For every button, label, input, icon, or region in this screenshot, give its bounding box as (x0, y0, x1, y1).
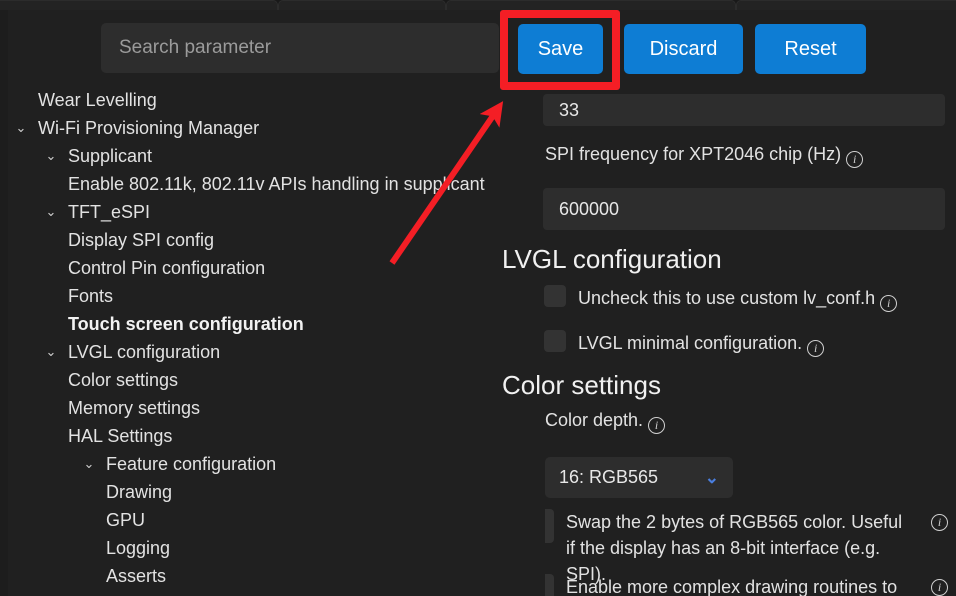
lvgl-minimal-label-text: LVGL minimal configuration. (578, 333, 802, 353)
sidebar-item[interactable]: ⌄Feature configuration (8, 450, 500, 478)
discard-button[interactable]: Discard (624, 24, 743, 74)
left-gutter (0, 10, 8, 596)
sidebar-item[interactable]: Wear Levelling (8, 86, 500, 114)
sidebar-item-label: Wi-Fi Provisioning Manager (38, 114, 500, 142)
swap-bytes-checkbox[interactable] (545, 509, 554, 543)
sidebar-item[interactable]: Control Pin configuration (8, 254, 500, 282)
sidebar-item-label: Fonts (68, 282, 500, 310)
sidebar-item[interactable]: Touch screen configuration (8, 310, 500, 338)
color-depth-label-text: Color depth. (545, 410, 643, 430)
sidebar-item-label: Asserts (106, 562, 500, 590)
complex-drawing-checkbox-row[interactable]: Enable more complex drawing routines to … (545, 574, 945, 596)
color-depth-label: Color depth. i (545, 408, 665, 434)
spi-frequency-field[interactable] (543, 188, 945, 230)
custom-lv-conf-label: Uncheck this to use custom lv_conf.h i (578, 285, 897, 312)
sidebar-item[interactable]: ⌄LVGL configuration (8, 338, 500, 366)
sidebar-item[interactable]: Memory settings (8, 394, 500, 422)
sidebar-item[interactable]: Fonts (8, 282, 500, 310)
sidebar-item-label: TFT_eSPI (68, 198, 500, 226)
sidebar-item[interactable]: Enable 802.11k, 802.11v APIs handling in… (8, 170, 500, 198)
custom-lv-conf-checkbox-row[interactable]: Uncheck this to use custom lv_conf.h i (544, 285, 897, 312)
sidebar-item-label: Feature configuration (106, 450, 500, 478)
info-icon-custom-lv-conf[interactable]: i (880, 295, 897, 312)
lvgl-minimal-checkbox[interactable] (544, 330, 566, 352)
search-input[interactable] (117, 36, 483, 60)
sidebar-item-label: Control Pin configuration (68, 254, 500, 282)
spi-frequency-label-text: SPI frequency for XPT2046 chip (Hz) (545, 144, 841, 164)
chevron-down-icon[interactable]: ⌄ (78, 450, 100, 478)
save-button[interactable]: Save (518, 24, 603, 74)
sidebar-item-label: Supplicant (68, 142, 500, 170)
spi-frequency-label: SPI frequency for XPT2046 chip (Hz) i (545, 142, 863, 168)
tab-segment-3[interactable] (446, 0, 736, 10)
sidebar-item-label: GPU (106, 506, 500, 534)
sidebar-item[interactable]: Logging (8, 534, 500, 562)
spi-frequency-input[interactable] (557, 198, 931, 221)
sidebar-item-label: HAL Settings (68, 422, 500, 450)
info-icon-complex-drawing[interactable]: i (931, 579, 948, 596)
lvgl-minimal-checkbox-row[interactable]: LVGL minimal configuration. i (544, 330, 824, 357)
chevron-down-icon[interactable]: ⌄ (40, 142, 62, 170)
info-icon-color-depth[interactable]: i (648, 417, 665, 434)
parameter-tree[interactable]: Wear Levelling⌄Wi-Fi Provisioning Manage… (8, 86, 500, 596)
sidebar-item[interactable]: Color settings (8, 366, 500, 394)
sidebar-item[interactable]: Asserts (8, 562, 500, 590)
sidebar-item[interactable]: Display SPI config (8, 226, 500, 254)
custom-lv-conf-checkbox[interactable] (544, 285, 566, 307)
chevron-down-icon[interactable]: ⌄ (705, 469, 719, 486)
chevron-down-icon[interactable]: ⌄ (40, 338, 62, 366)
chevron-down-icon[interactable]: ⌄ (40, 198, 62, 226)
sidebar-item[interactable]: ⌄TFT_eSPI (8, 198, 500, 226)
sidebar-item[interactable]: Drawing (8, 478, 500, 506)
custom-lv-conf-label-text: Uncheck this to use custom lv_conf.h (578, 288, 875, 308)
touch-threshold-field[interactable] (543, 94, 945, 126)
tab-segment-1[interactable] (0, 0, 278, 10)
search-parameter-field[interactable] (101, 23, 499, 73)
sidebar-item-label: Touch screen configuration (68, 310, 500, 338)
sidebar-item-label: Color settings (68, 366, 500, 394)
tab-segment-4[interactable] (736, 0, 956, 10)
color-settings-heading: Color settings (502, 369, 661, 401)
sidebar-item-label: Memory settings (68, 394, 500, 422)
reset-button[interactable]: Reset (755, 24, 866, 74)
color-depth-selected-value: 16: RGB565 (559, 467, 658, 488)
sidebar-item-label: Display SPI config (68, 226, 500, 254)
touch-threshold-input[interactable] (557, 99, 931, 122)
sidebar-item[interactable]: HAL Settings (8, 422, 500, 450)
color-depth-select[interactable]: 16: RGB565 ⌄ (545, 457, 733, 498)
sidebar-item-label: Logging (106, 534, 500, 562)
complex-drawing-label: Enable more complex drawing routines to (566, 574, 897, 596)
complex-drawing-checkbox[interactable] (545, 574, 554, 596)
sidebar-item-label: Enable 802.11k, 802.11v APIs handling in… (68, 170, 500, 198)
info-icon-spi-frequency[interactable]: i (846, 151, 863, 168)
lvgl-minimal-label: LVGL minimal configuration. i (578, 330, 824, 357)
complex-drawing-label-text: Enable more complex drawing routines to (566, 577, 897, 596)
app-window: Save Discard Reset Wear Levelling⌄Wi-Fi … (0, 10, 956, 596)
settings-pane: SPI frequency for XPT2046 chip (Hz) i LVG… (500, 86, 956, 596)
sidebar-item[interactable]: ⌄Supplicant (8, 142, 500, 170)
tab-segment-2[interactable] (278, 0, 446, 10)
sidebar-item-label: Wear Levelling (38, 86, 500, 114)
browser-tab-strip (0, 0, 956, 10)
info-icon-swap-bytes[interactable]: i (931, 514, 948, 531)
chevron-down-icon[interactable]: ⌄ (10, 114, 32, 142)
sidebar-item[interactable]: GPU (8, 506, 500, 534)
sidebar-item-label: Drawing (106, 478, 500, 506)
lvgl-configuration-heading: LVGL configuration (502, 243, 722, 275)
sidebar-item-label: LVGL configuration (68, 338, 500, 366)
info-icon-lvgl-minimal[interactable]: i (807, 340, 824, 357)
sidebar-item[interactable]: ⌄Wi-Fi Provisioning Manager (8, 114, 500, 142)
